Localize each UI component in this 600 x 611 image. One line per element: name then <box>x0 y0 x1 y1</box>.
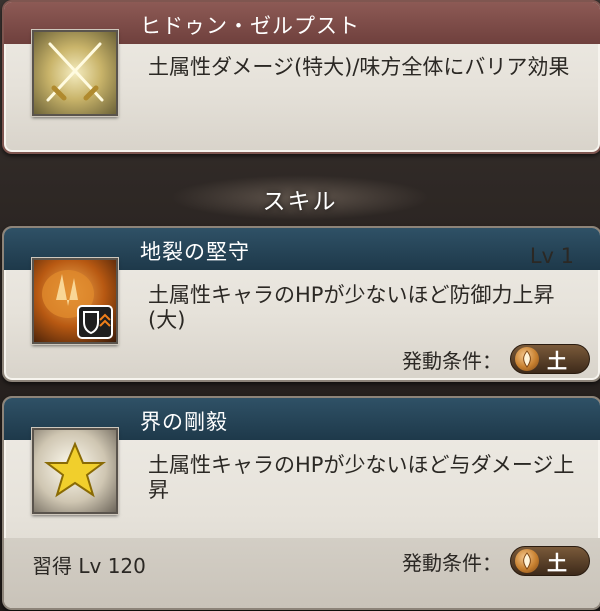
learn-level: 習得 Lv 120 <box>32 554 146 578</box>
condition-label: 発動条件： <box>402 348 502 373</box>
activation-condition: 発動条件： 土 <box>402 546 590 576</box>
skill-name: 地裂の堅守 <box>140 240 250 264</box>
activation-condition: 発動条件： 土 <box>402 344 590 374</box>
skill-description: 土属性キャラのHPが少ないほど防御力上昇(大) <box>148 283 555 332</box>
earth-element-icon <box>515 347 539 371</box>
element-label: 土 <box>547 348 567 373</box>
ougi-name: ヒドゥン・ゼルプスト <box>140 14 360 38</box>
crossed-swords-icon <box>32 30 118 116</box>
element-badge: 土 <box>510 344 590 374</box>
star-icon <box>32 428 118 514</box>
element-badge: 土 <box>510 546 590 576</box>
skill-card[interactable]: 地裂の堅守 Lv 1 土属性キャラのHPが少ないほど防御力上昇(大) 発動条件：… <box>2 226 600 382</box>
skill-description: 土属性キャラのHPが少ないほど与ダメージ上昇 <box>148 453 575 502</box>
earth-element-icon <box>515 549 539 573</box>
skill-card[interactable]: 界の剛毅 土属性キャラのHPが少ないほど与ダメージ上昇 習得 Lv 120 発動… <box>2 396 600 610</box>
element-label: 土 <box>547 550 567 575</box>
condition-label: 発動条件： <box>402 550 502 575</box>
skill-name: 界の剛毅 <box>140 410 228 434</box>
skill-level: Lv 1 <box>529 244 574 268</box>
skills-section-title: スキル <box>262 189 338 215</box>
ougi-card: ヒドゥン・ゼルプスト 土属性ダメージ(特大)/味方全体にバリア効果 <box>2 0 600 154</box>
ougi-description: 土属性ダメージ(特大)/味方全体にバリア効果 <box>148 55 570 79</box>
shield-defense-up-icon <box>32 258 118 344</box>
